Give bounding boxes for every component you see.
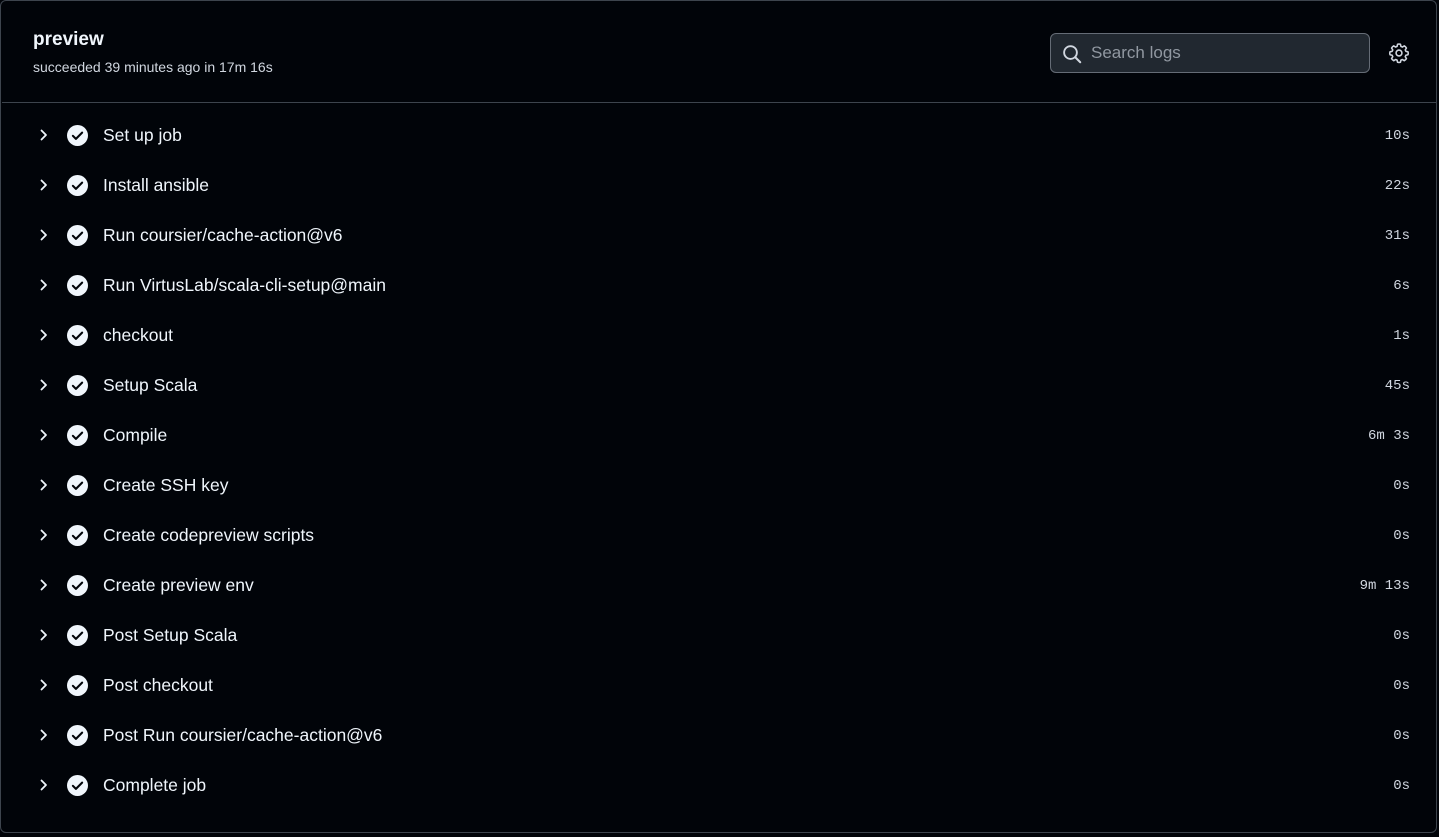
step-duration: 6s	[1393, 278, 1410, 294]
check-circle-icon	[67, 325, 88, 346]
step-name: Complete job	[103, 775, 207, 795]
step-duration: 0s	[1393, 678, 1410, 694]
chevron-right-icon[interactable]	[36, 177, 52, 193]
check-circle-icon	[67, 725, 88, 746]
step-row-14[interactable]: Complete job 0s	[2, 761, 1437, 811]
chevron-right-icon[interactable]	[36, 277, 52, 293]
chevron-right-icon[interactable]	[36, 727, 52, 743]
step-row-2[interactable]: Install ansible 22s	[2, 161, 1437, 211]
chevron-right-icon[interactable]	[36, 227, 52, 243]
step-duration: 0s	[1393, 778, 1410, 794]
chevron-right-icon[interactable]	[36, 577, 52, 593]
step-duration: 0s	[1393, 628, 1410, 644]
chevron-right-icon[interactable]	[36, 677, 52, 693]
check-circle-icon	[67, 525, 88, 546]
step-row-7[interactable]: Compile 6m 3s	[2, 411, 1437, 461]
step-row-4[interactable]: Run VirtusLab/scala-cli-setup@main 6s	[2, 261, 1437, 311]
step-name: Post Setup Scala	[103, 625, 238, 645]
step-name: Create preview env	[103, 575, 254, 595]
chevron-right-icon[interactable]	[36, 127, 52, 143]
step-name: Run coursier/cache-action@v6	[103, 225, 343, 245]
steps-list: Set up job 10s Install ansible 22s Run c…	[2, 111, 1437, 811]
step-row-10[interactable]: Create preview env 9m 13s	[2, 561, 1437, 611]
step-name: Set up job	[103, 125, 182, 145]
step-duration: 31s	[1384, 228, 1410, 244]
step-row-5[interactable]: checkout 1s	[2, 311, 1437, 361]
check-circle-icon	[67, 775, 88, 796]
check-circle-icon	[67, 675, 88, 696]
step-name: Post Run coursier/cache-action@v6	[103, 725, 383, 745]
step-row-1[interactable]: Set up job 10s	[2, 111, 1437, 161]
check-circle-icon	[67, 475, 88, 496]
chevron-right-icon[interactable]	[36, 327, 52, 343]
check-circle-icon	[67, 425, 88, 446]
step-name: Install ansible	[103, 175, 210, 195]
step-duration: 6m 3s	[1367, 428, 1410, 444]
step-duration: 45s	[1384, 378, 1410, 394]
step-duration: 0s	[1393, 478, 1410, 494]
chevron-right-icon[interactable]	[36, 427, 52, 443]
chevron-right-icon[interactable]	[36, 477, 52, 493]
check-circle-icon	[67, 375, 88, 396]
check-circle-icon	[67, 125, 88, 146]
step-name: Create codepreview scripts	[103, 525, 315, 545]
step-row-3[interactable]: Run coursier/cache-action@v6 31s	[2, 211, 1437, 261]
step-name: Compile	[103, 425, 168, 445]
step-name: Post checkout	[103, 675, 213, 695]
search-logs-box[interactable]	[1050, 33, 1370, 73]
chevron-right-icon[interactable]	[36, 777, 52, 793]
gear-icon	[1388, 43, 1410, 64]
job-log-panel: preview succeeded 39 minutes ago in 17m …	[0, 0, 1437, 833]
step-row-11[interactable]: Post Setup Scala 0s	[2, 611, 1437, 661]
job-header: preview succeeded 39 minutes ago in 17m …	[2, 2, 1437, 103]
step-duration: 9m 13s	[1359, 578, 1410, 594]
settings-button[interactable]	[1386, 40, 1412, 66]
check-circle-icon	[67, 575, 88, 596]
step-name: Setup Scala	[103, 375, 198, 395]
chevron-right-icon[interactable]	[36, 377, 52, 393]
step-name: Run VirtusLab/scala-cli-setup@main	[103, 275, 386, 295]
search-logs-input[interactable]	[1091, 34, 1361, 72]
step-duration: 22s	[1384, 178, 1410, 194]
step-name: checkout	[103, 325, 174, 345]
step-duration: 0s	[1393, 728, 1410, 744]
step-row-9[interactable]: Create codepreview scripts 0s	[2, 511, 1437, 561]
step-duration: 10s	[1384, 128, 1410, 144]
check-circle-icon	[67, 225, 88, 246]
step-name: Create SSH key	[103, 475, 229, 495]
check-circle-icon	[67, 275, 88, 296]
step-row-6[interactable]: Setup Scala 45s	[2, 361, 1437, 411]
step-row-13[interactable]: Post Run coursier/cache-action@v6 0s	[2, 711, 1437, 761]
step-duration: 0s	[1393, 528, 1410, 544]
check-circle-icon	[67, 625, 88, 646]
step-row-8[interactable]: Create SSH key 0s	[2, 461, 1437, 511]
job-status-text: succeeded 39 minutes ago in 17m 16s	[33, 59, 273, 75]
chevron-right-icon[interactable]	[36, 627, 52, 643]
step-row-12[interactable]: Post checkout 0s	[2, 661, 1437, 711]
check-circle-icon	[67, 175, 88, 196]
chevron-right-icon[interactable]	[36, 527, 52, 543]
job-title: preview	[33, 29, 104, 50]
step-duration: 1s	[1393, 328, 1410, 344]
search-icon	[1063, 45, 1082, 64]
